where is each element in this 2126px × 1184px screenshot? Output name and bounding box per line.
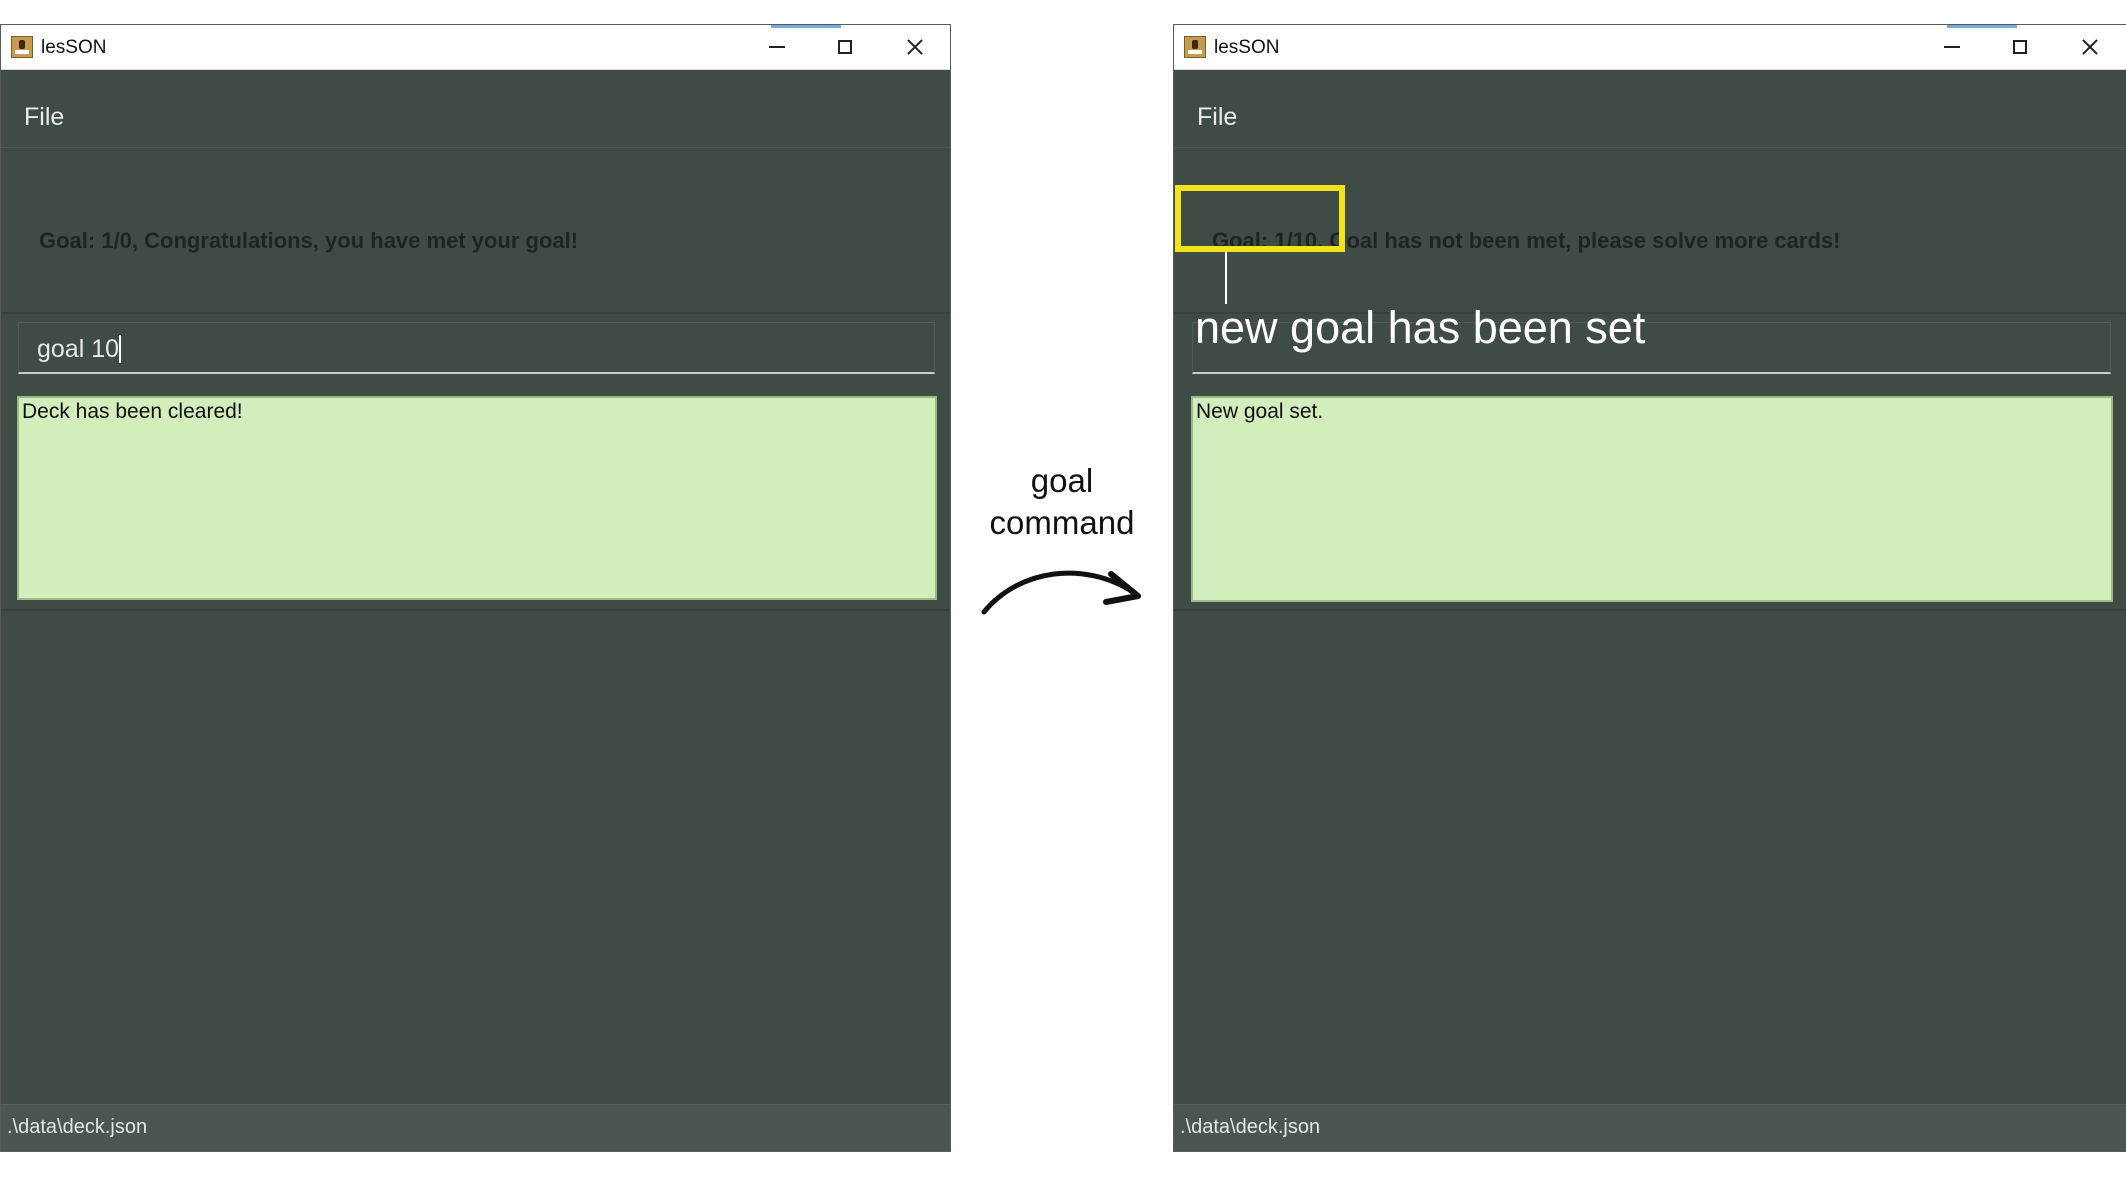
close-icon bbox=[2081, 38, 2099, 56]
close-icon bbox=[906, 38, 924, 56]
maximize-icon bbox=[838, 40, 852, 54]
app-icon bbox=[11, 36, 33, 58]
close-button[interactable] bbox=[881, 25, 949, 69]
divider bbox=[1, 609, 950, 611]
text-caret bbox=[119, 335, 122, 363]
right-arrow-icon bbox=[981, 570, 1141, 615]
divider bbox=[1174, 609, 2126, 611]
menu-file[interactable]: File bbox=[24, 103, 64, 131]
minimize-button[interactable] bbox=[743, 25, 811, 69]
maximize-button[interactable] bbox=[811, 25, 879, 69]
title-bar[interactable]: lesSON bbox=[1, 25, 950, 70]
close-button[interactable] bbox=[2056, 25, 2124, 69]
result-display: Deck has been cleared! bbox=[17, 396, 937, 600]
minimize-icon bbox=[1944, 46, 1960, 48]
window-title: lesSON bbox=[1214, 37, 1280, 58]
command-input-value: goal 10 bbox=[37, 335, 122, 363]
maximize-button[interactable] bbox=[1986, 25, 2054, 69]
callout-line bbox=[1225, 252, 1227, 304]
maximize-icon bbox=[2013, 40, 2027, 54]
minimize-icon bbox=[769, 46, 785, 48]
command-text: goal 10 bbox=[37, 335, 120, 363]
command-input[interactable]: goal 10 bbox=[18, 322, 935, 374]
status-file-path: .\data\deck.json bbox=[1180, 1116, 1321, 1138]
result-display: New goal set. bbox=[1191, 396, 2113, 602]
menu-bar: File bbox=[1174, 69, 2126, 148]
callout-label: new goal has been set bbox=[1195, 302, 1646, 353]
status-bar: .\data\deck.json bbox=[1174, 1104, 2126, 1151]
app-icon bbox=[1184, 36, 1206, 58]
arrow-label-text: goal command bbox=[989, 462, 1135, 541]
result-message: New goal set. bbox=[1196, 400, 1324, 423]
menu-file[interactable]: File bbox=[1197, 103, 1237, 131]
status-file-path: .\data\deck.json bbox=[7, 1116, 148, 1138]
app-window-before: lesSON File Goal: 1/0, Congratulations, … bbox=[0, 24, 951, 1152]
window-title: lesSON bbox=[41, 37, 107, 58]
goal-highlight-box bbox=[1175, 185, 1345, 252]
menu-bar: File bbox=[1, 69, 950, 148]
title-bar[interactable]: lesSON bbox=[1174, 25, 2126, 70]
result-message: Deck has been cleared! bbox=[22, 400, 243, 423]
goal-status-text: Goal: 1/0, Congratulations, you have met… bbox=[39, 228, 579, 253]
divider bbox=[1, 312, 950, 314]
minimize-button[interactable] bbox=[1918, 25, 1986, 69]
status-bar: .\data\deck.json bbox=[1, 1104, 950, 1151]
arrow-label: goal command bbox=[962, 460, 1162, 544]
